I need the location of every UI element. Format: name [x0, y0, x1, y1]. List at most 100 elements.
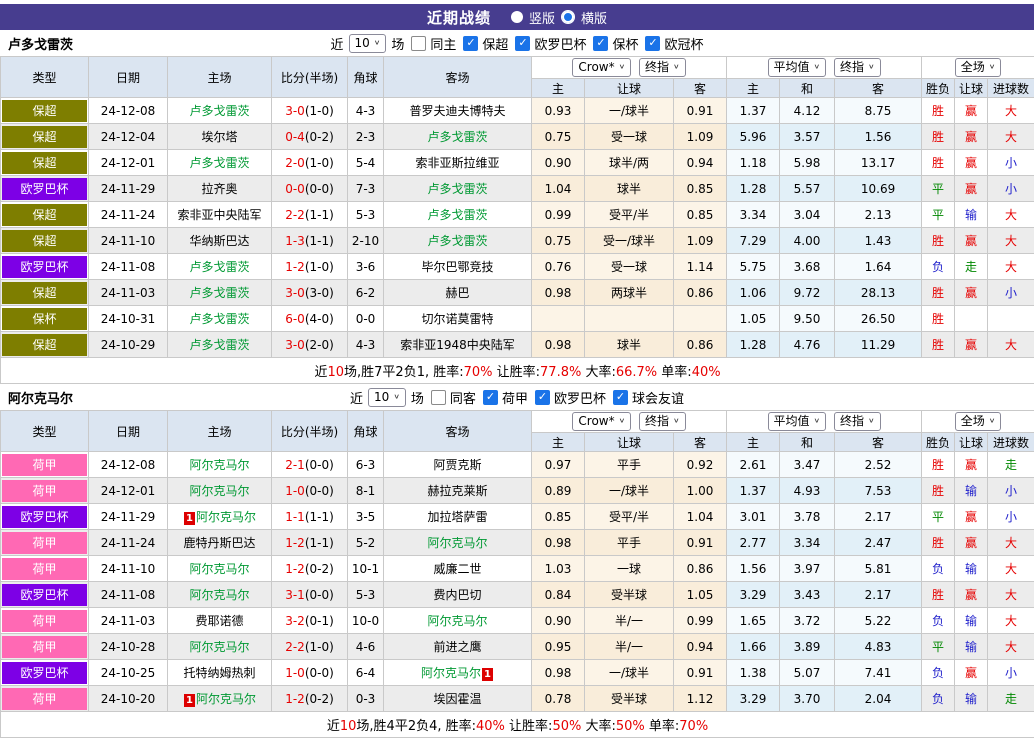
- match-date: 24-11-29: [89, 176, 168, 202]
- half-time-score: (0-0): [305, 588, 334, 602]
- avg-controls: 平均值∨ 终指∨: [727, 57, 922, 79]
- horizontal-layout-radio[interactable]: [561, 10, 575, 24]
- bookmaker-select[interactable]: Crow*∨: [572, 58, 631, 77]
- match-row: 荷甲24-12-08阿尔克马尔2-1(0-0)6-3阿贾克斯0.97平手0.92…: [1, 452, 1034, 478]
- avg-draw-odds: 3.68: [780, 254, 835, 280]
- avg-home-odds: 5.75: [727, 254, 780, 280]
- away-team: 普罗夫迪夫博特夫: [409, 104, 505, 118]
- match-count-select[interactable]: 10 ∨: [349, 34, 387, 53]
- col-ah-line: 让球: [585, 433, 674, 452]
- period-select[interactable]: 全场∨: [955, 412, 1002, 431]
- result-outcome: 胜: [922, 98, 955, 124]
- result-handicap: 赢: [955, 660, 988, 686]
- corner-score: 6-4: [348, 660, 384, 686]
- period-select[interactable]: 全场∨: [955, 58, 1002, 77]
- league-filter-label: 欧罗巴杯: [534, 34, 586, 53]
- league-filter-checkbox[interactable]: ✓: [463, 36, 478, 51]
- score-cell: 1-2(1-1): [272, 530, 348, 556]
- away-team: 切尔诺莫雷特: [421, 312, 493, 326]
- avg-away-odds: 1.64: [835, 254, 922, 280]
- result-goals: 走: [988, 686, 1034, 712]
- ah-time-select[interactable]: 终指∨: [639, 412, 686, 431]
- same-venue-label: 同客: [450, 388, 476, 407]
- ah-line: 球半: [585, 332, 674, 358]
- result-outcome: 胜: [922, 478, 955, 504]
- league-badge: 欧罗巴杯: [2, 178, 87, 200]
- avg-select[interactable]: 平均值∨: [768, 58, 827, 77]
- col-type: 类型: [1, 57, 89, 98]
- result-handicap: 赢: [955, 280, 988, 306]
- ah-away-odds: 0.85: [674, 202, 727, 228]
- ah-controls: Crow*∨ 终指∨: [532, 57, 727, 79]
- away-team: 索非亚1948中央陆军: [400, 338, 515, 352]
- bookmaker-select[interactable]: Crow*∨: [572, 412, 631, 431]
- away-team: 阿尔克马尔: [421, 666, 481, 680]
- chevron-down-icon: ∨: [814, 62, 821, 73]
- col-home: 主场: [168, 57, 272, 98]
- ah-line: [585, 306, 674, 332]
- match-row: 荷甲24-10-28阿尔克马尔2-2(1-0)4-6前进之鹰0.95半/一0.9…: [1, 634, 1034, 660]
- league-filter-checkbox[interactable]: ✓: [483, 390, 498, 405]
- match-date: 24-11-24: [89, 202, 168, 228]
- score-cell: 1-1(1-1): [272, 504, 348, 530]
- league-filter-label: 荷甲: [502, 388, 528, 407]
- avg-away-odds: 7.41: [835, 660, 922, 686]
- home-team: 阿尔克马尔: [196, 692, 256, 706]
- avg-time-select[interactable]: 终指∨: [834, 412, 881, 431]
- match-date: 24-12-01: [89, 478, 168, 504]
- chevron-down-icon: ∨: [374, 37, 381, 48]
- match-row: 保超24-11-10华纳斯巴达1-3(1-1)2-10卢多戈雷茨0.75受一/球…: [1, 228, 1034, 254]
- avg-home-odds: 1.37: [727, 478, 780, 504]
- avg-select[interactable]: 平均值∨: [768, 412, 827, 431]
- full-time-score: 0-4: [285, 130, 305, 144]
- result-goals: 大: [988, 254, 1034, 280]
- avg-time-select[interactable]: 终指∨: [834, 58, 881, 77]
- league-filter-checkbox[interactable]: ✓: [645, 36, 660, 51]
- league-badge: 保超: [2, 230, 87, 252]
- league-filter-checkbox[interactable]: ✓: [613, 390, 628, 405]
- match-count-select[interactable]: 10∨: [368, 388, 406, 407]
- vertical-layout-label[interactable]: 竖版: [529, 8, 555, 27]
- col-result-ah: 让球: [955, 79, 988, 98]
- league-badge: 欧罗巴杯: [2, 584, 87, 606]
- away-team: 阿尔克马尔: [427, 614, 487, 628]
- league-filter-checkbox[interactable]: ✓: [593, 36, 608, 51]
- result-outcome: 负: [922, 608, 955, 634]
- result-outcome: 平: [922, 202, 955, 228]
- full-time-score: 2-2: [285, 208, 305, 222]
- chevron-down-icon: ∨: [814, 416, 821, 427]
- ah-away-odds: 1.09: [674, 124, 727, 150]
- avg-home-odds: 1.28: [727, 176, 780, 202]
- avg-draw-odds: 9.50: [780, 306, 835, 332]
- result-outcome: 负: [922, 254, 955, 280]
- horizontal-layout-label[interactable]: 横版: [581, 8, 607, 27]
- match-date: 24-11-10: [89, 556, 168, 582]
- corner-score: 0-3: [348, 686, 384, 712]
- ah-home-odds: 0.93: [532, 98, 585, 124]
- avg-away-odds: 2.13: [835, 202, 922, 228]
- chevron-down-icon: ∨: [619, 416, 626, 427]
- home-team: 卢多戈雷茨: [189, 312, 249, 326]
- col-home: 主场: [168, 411, 272, 452]
- away-team: 索非亚斯拉维亚: [415, 156, 499, 170]
- home-team: 阿尔克马尔: [189, 640, 249, 654]
- match-count-value: 10: [355, 36, 370, 51]
- avg-away-odds: 2.17: [835, 504, 922, 530]
- result-outcome: 负: [922, 556, 955, 582]
- avg-home-odds: 1.06: [727, 280, 780, 306]
- same-venue-checkbox[interactable]: [431, 390, 446, 405]
- away-team: 加拉塔萨雷: [427, 510, 487, 524]
- same-venue-checkbox[interactable]: [411, 36, 426, 51]
- ah-time-select[interactable]: 终指∨: [639, 58, 686, 77]
- avg-away-odds: 5.22: [835, 608, 922, 634]
- result-outcome: 胜: [922, 124, 955, 150]
- col-ah-home: 主: [532, 79, 585, 98]
- league-filter-checkbox[interactable]: ✓: [535, 390, 550, 405]
- league-filter-checkbox[interactable]: ✓: [515, 36, 530, 51]
- full-time-score: 1-1: [285, 510, 305, 524]
- vertical-layout-radio[interactable]: [511, 11, 523, 23]
- league-badge: 欧罗巴杯: [2, 506, 87, 528]
- score-cell: 3-0(2-0): [272, 332, 348, 358]
- col-corner: 角球: [348, 57, 384, 98]
- ah-home-odds: 0.75: [532, 228, 585, 254]
